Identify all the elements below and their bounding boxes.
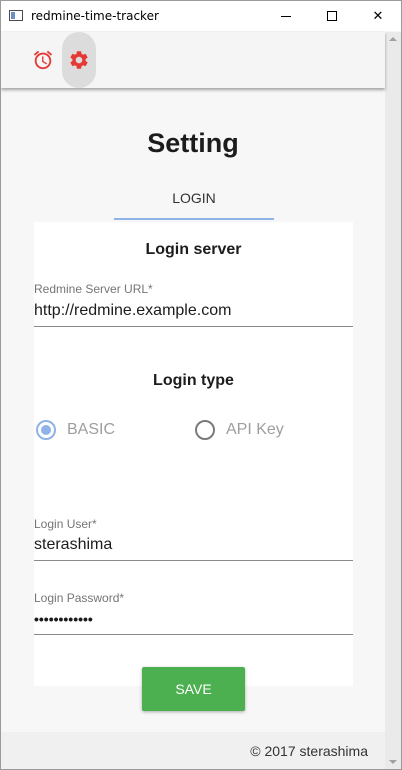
- login-password-underline: [34, 634, 353, 635]
- login-server-heading: Login server: [145, 241, 242, 258]
- maximize-icon: [327, 11, 337, 21]
- server-url-input[interactable]: http://redmine.example.com: [34, 302, 231, 320]
- toolbar: [1, 32, 385, 88]
- title-bar[interactable]: redmine-time-tracker ✕: [1, 1, 401, 31]
- login-settings-card: Login server Redmine Server URL* http://…: [34, 222, 353, 711]
- save-button[interactable]: SAVE: [142, 667, 245, 711]
- radio-basic[interactable]: BASIC: [36, 420, 115, 440]
- alarm-clock-icon: [33, 50, 53, 70]
- server-url-label: Redmine Server URL*: [34, 282, 153, 296]
- page-title: Setting: [147, 128, 239, 158]
- vertical-scrollbar[interactable]: [385, 32, 401, 769]
- footer: © 2017 sterashima: [1, 732, 385, 769]
- maximize-button[interactable]: [309, 1, 355, 31]
- close-button[interactable]: ✕: [355, 1, 401, 31]
- radio-api-key-label: API Key: [226, 421, 284, 438]
- gear-icon: [70, 51, 88, 69]
- login-type-heading: Login type: [153, 372, 234, 389]
- server-url-underline: [34, 326, 353, 327]
- login-user-underline: [34, 560, 353, 561]
- login-password-input[interactable]: ••••••••••••: [34, 611, 93, 627]
- minimize-button[interactable]: [263, 1, 309, 31]
- tab-login[interactable]: LOGIN: [114, 182, 274, 222]
- app-content: Setting LOGIN Login server Redmine Serve…: [1, 32, 385, 769]
- settings-button[interactable]: [62, 32, 96, 88]
- login-password-label: Login Password*: [34, 591, 125, 605]
- window-title: redmine-time-tracker: [31, 9, 159, 23]
- timer-button[interactable]: [26, 32, 60, 88]
- login-user-label: Login User*: [34, 517, 97, 531]
- app-window-icon: [9, 10, 23, 21]
- scroll-down-arrow-icon[interactable]: [389, 760, 397, 764]
- minimize-icon: [281, 15, 291, 17]
- login-user-input[interactable]: sterashima: [34, 536, 112, 554]
- radio-checked-icon: [36, 420, 56, 440]
- radio-basic-label: BASIC: [67, 421, 116, 438]
- radio-api-key[interactable]: API Key: [195, 420, 284, 440]
- tab-active-indicator: [114, 218, 274, 220]
- radio-unchecked-icon: [195, 420, 215, 440]
- copyright-text: © 2017 sterashima: [250, 743, 368, 759]
- scroll-up-arrow-icon[interactable]: [389, 37, 397, 41]
- app-window: redmine-time-tracker ✕ Setting LOGIN Log…: [0, 0, 402, 770]
- close-icon: ✕: [372, 8, 384, 24]
